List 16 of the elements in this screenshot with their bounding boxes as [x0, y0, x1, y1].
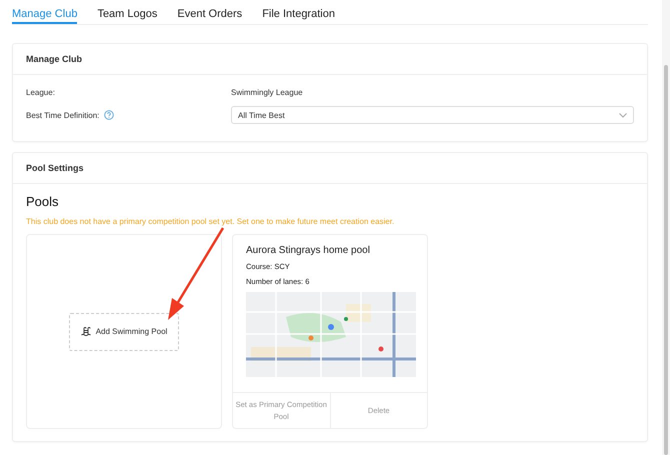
chevron-down-icon	[619, 112, 627, 118]
pool-ladder-icon	[80, 327, 92, 336]
help-icon[interactable]	[104, 110, 114, 120]
warning-message: This club does not have a primary competition pool set yet. Set one to make future meet creation easier.	[26, 217, 396, 226]
best-time-select[interactable]: All Time Best	[231, 106, 634, 124]
league-value: Swimmingly League	[231, 88, 303, 97]
card-title: Manage Club	[26, 54, 82, 64]
field-label: Best Time Definition:	[26, 110, 100, 120]
field-label: League:	[26, 88, 56, 97]
section-heading: Pools	[26, 194, 60, 209]
add-pool-button[interactable]: Add Swimming Pool	[69, 312, 179, 350]
tab[interactable]: File Integration	[262, 0, 335, 24]
card-title: Pool Settings	[26, 163, 84, 173]
tab[interactable]: Event Orders	[177, 0, 242, 24]
tab[interactable]: Team Logos	[97, 0, 158, 24]
pool-name: Aurora Stingrays home pool	[246, 245, 371, 256]
